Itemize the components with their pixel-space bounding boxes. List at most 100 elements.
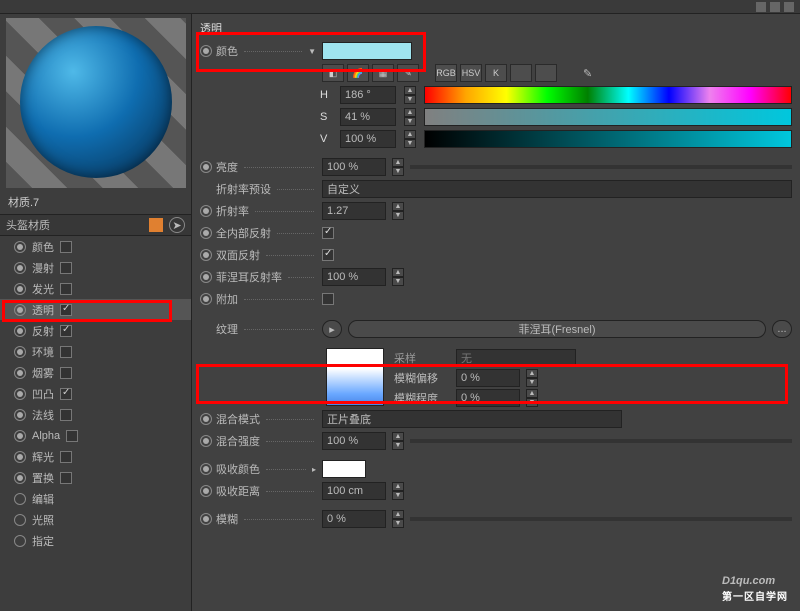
fresnel-value[interactable]: 100 % xyxy=(322,268,386,286)
channel-checkbox[interactable] xyxy=(60,283,72,295)
material-name[interactable]: 材质.7 xyxy=(0,188,191,214)
arrow-down-icon[interactable]: ▼ xyxy=(308,47,316,56)
channel-5[interactable]: 环境 xyxy=(0,341,191,362)
s-value[interactable]: 41 % xyxy=(340,108,396,126)
texture-arrow-button[interactable]: ▸ xyxy=(322,320,342,338)
channel-checkbox[interactable] xyxy=(60,262,72,274)
swatches-icon[interactable]: ▦ xyxy=(372,64,394,82)
blur-offset-spinner[interactable]: ▲▼ xyxy=(526,369,538,387)
h-value[interactable]: 186 ° xyxy=(340,86,396,104)
ior-spinner[interactable]: ▲▼ xyxy=(392,202,404,220)
h-spinner[interactable]: ▲▼ xyxy=(404,86,416,104)
mode-extra-1[interactable] xyxy=(510,64,532,82)
arrow-right-icon[interactable]: ▸ xyxy=(312,465,316,474)
absorb-color-radio[interactable] xyxy=(200,463,212,475)
blur-spinner[interactable]: ▲▼ xyxy=(392,510,404,528)
ior-radio[interactable] xyxy=(200,205,212,217)
eyedrop-icon[interactable]: ✎ xyxy=(583,67,592,80)
channel-radio[interactable] xyxy=(14,262,26,274)
channel-9[interactable]: Alpha xyxy=(0,425,191,446)
blur-offset-value[interactable]: 0 % xyxy=(456,369,520,387)
blend-strength-value[interactable]: 100 % xyxy=(322,432,386,450)
channel-1[interactable]: 漫射 xyxy=(0,257,191,278)
fresnel-spinner[interactable]: ▲▼ xyxy=(392,268,404,286)
color-swatch[interactable] xyxy=(322,42,412,60)
s-spinner[interactable]: ▲▼ xyxy=(404,108,416,126)
menu-icon[interactable] xyxy=(784,2,794,12)
picker-icon[interactable]: ◧ xyxy=(322,64,344,82)
add-checkbox[interactable] xyxy=(322,293,334,305)
tir-checkbox[interactable] xyxy=(322,227,334,239)
channel-4[interactable]: 反射 xyxy=(0,320,191,341)
material-header[interactable]: 头盔材质 ➤ xyxy=(0,214,191,236)
mode-extra-2[interactable] xyxy=(535,64,557,82)
blend-strength-spinner[interactable]: ▲▼ xyxy=(392,432,404,450)
channel-checkbox[interactable] xyxy=(60,367,72,379)
val-slider[interactable] xyxy=(424,130,792,148)
brightness-radio[interactable] xyxy=(200,161,212,173)
channel-checkbox[interactable] xyxy=(66,430,78,442)
brightness-slider[interactable] xyxy=(410,165,792,169)
channel-radio[interactable] xyxy=(14,514,26,526)
channel-radio[interactable] xyxy=(14,367,26,379)
material-preview[interactable] xyxy=(6,18,186,188)
blend-radio[interactable] xyxy=(200,413,212,425)
channel-checkbox[interactable] xyxy=(60,241,72,253)
dbl-checkbox[interactable] xyxy=(322,249,334,261)
tir-radio[interactable] xyxy=(200,227,212,239)
blend-strength-slider[interactable] xyxy=(410,439,792,443)
spectrum-icon[interactable]: 🌈 xyxy=(347,64,369,82)
channel-radio[interactable] xyxy=(14,304,26,316)
hue-slider[interactable] xyxy=(424,86,792,104)
blur-radio[interactable] xyxy=(200,513,212,525)
channel-radio[interactable] xyxy=(14,451,26,463)
absorb-dist-radio[interactable] xyxy=(200,485,212,497)
channel-14[interactable]: 指定 xyxy=(0,530,191,551)
dbl-radio[interactable] xyxy=(200,249,212,261)
add-radio[interactable] xyxy=(200,293,212,305)
eyedropper-icon[interactable]: ✎ xyxy=(397,64,419,82)
absorb-color-swatch[interactable] xyxy=(322,460,366,478)
texture-preview[interactable] xyxy=(326,348,384,406)
channel-radio[interactable] xyxy=(14,325,26,337)
channel-checkbox[interactable] xyxy=(60,409,72,421)
channel-radio[interactable] xyxy=(14,283,26,295)
channel-checkbox[interactable] xyxy=(60,304,72,316)
v-spinner[interactable]: ▲▼ xyxy=(404,130,416,148)
rgb-button[interactable]: RGB xyxy=(435,64,457,82)
blur-scale-value[interactable]: 0 % xyxy=(456,389,520,407)
channel-0[interactable]: 颜色 xyxy=(0,236,191,257)
channel-checkbox[interactable] xyxy=(60,325,72,337)
blend-mode-dropdown[interactable]: 正片叠底 xyxy=(322,410,622,428)
k-button[interactable]: K xyxy=(485,64,507,82)
channel-7[interactable]: 凹凸 xyxy=(0,383,191,404)
sampling-dropdown[interactable]: 无 xyxy=(456,349,576,367)
back-icon[interactable] xyxy=(756,2,766,12)
channel-radio[interactable] xyxy=(14,535,26,547)
texture-field[interactable]: 菲涅耳(Fresnel) xyxy=(348,320,766,338)
blur-scale-spinner[interactable]: ▲▼ xyxy=(526,389,538,407)
channel-3[interactable]: 透明 xyxy=(0,299,191,320)
channel-checkbox[interactable] xyxy=(60,346,72,358)
blend-str-radio[interactable] xyxy=(200,435,212,447)
channel-12[interactable]: 编辑 xyxy=(0,488,191,509)
absorb-dist-spinner[interactable]: ▲▼ xyxy=(392,482,404,500)
sat-slider[interactable] xyxy=(424,108,792,126)
channel-checkbox[interactable] xyxy=(60,451,72,463)
hsv-button[interactable]: HSV xyxy=(460,64,482,82)
channel-2[interactable]: 发光 xyxy=(0,278,191,299)
ior-preset-dropdown[interactable]: 自定义 xyxy=(322,180,792,198)
color-radio[interactable] xyxy=(200,45,212,57)
channel-8[interactable]: 法线 xyxy=(0,404,191,425)
fresnel-radio[interactable] xyxy=(200,271,212,283)
v-value[interactable]: 100 % xyxy=(340,130,396,148)
channel-6[interactable]: 烟雾 xyxy=(0,362,191,383)
channel-radio[interactable] xyxy=(14,241,26,253)
channel-10[interactable]: 辉光 xyxy=(0,446,191,467)
blur-slider[interactable] xyxy=(410,517,792,521)
brightness-value[interactable]: 100 % xyxy=(322,158,386,176)
channel-radio[interactable] xyxy=(14,472,26,484)
absorb-dist-value[interactable]: 100 cm xyxy=(322,482,386,500)
channel-11[interactable]: 置换 xyxy=(0,467,191,488)
channel-checkbox[interactable] xyxy=(60,472,72,484)
